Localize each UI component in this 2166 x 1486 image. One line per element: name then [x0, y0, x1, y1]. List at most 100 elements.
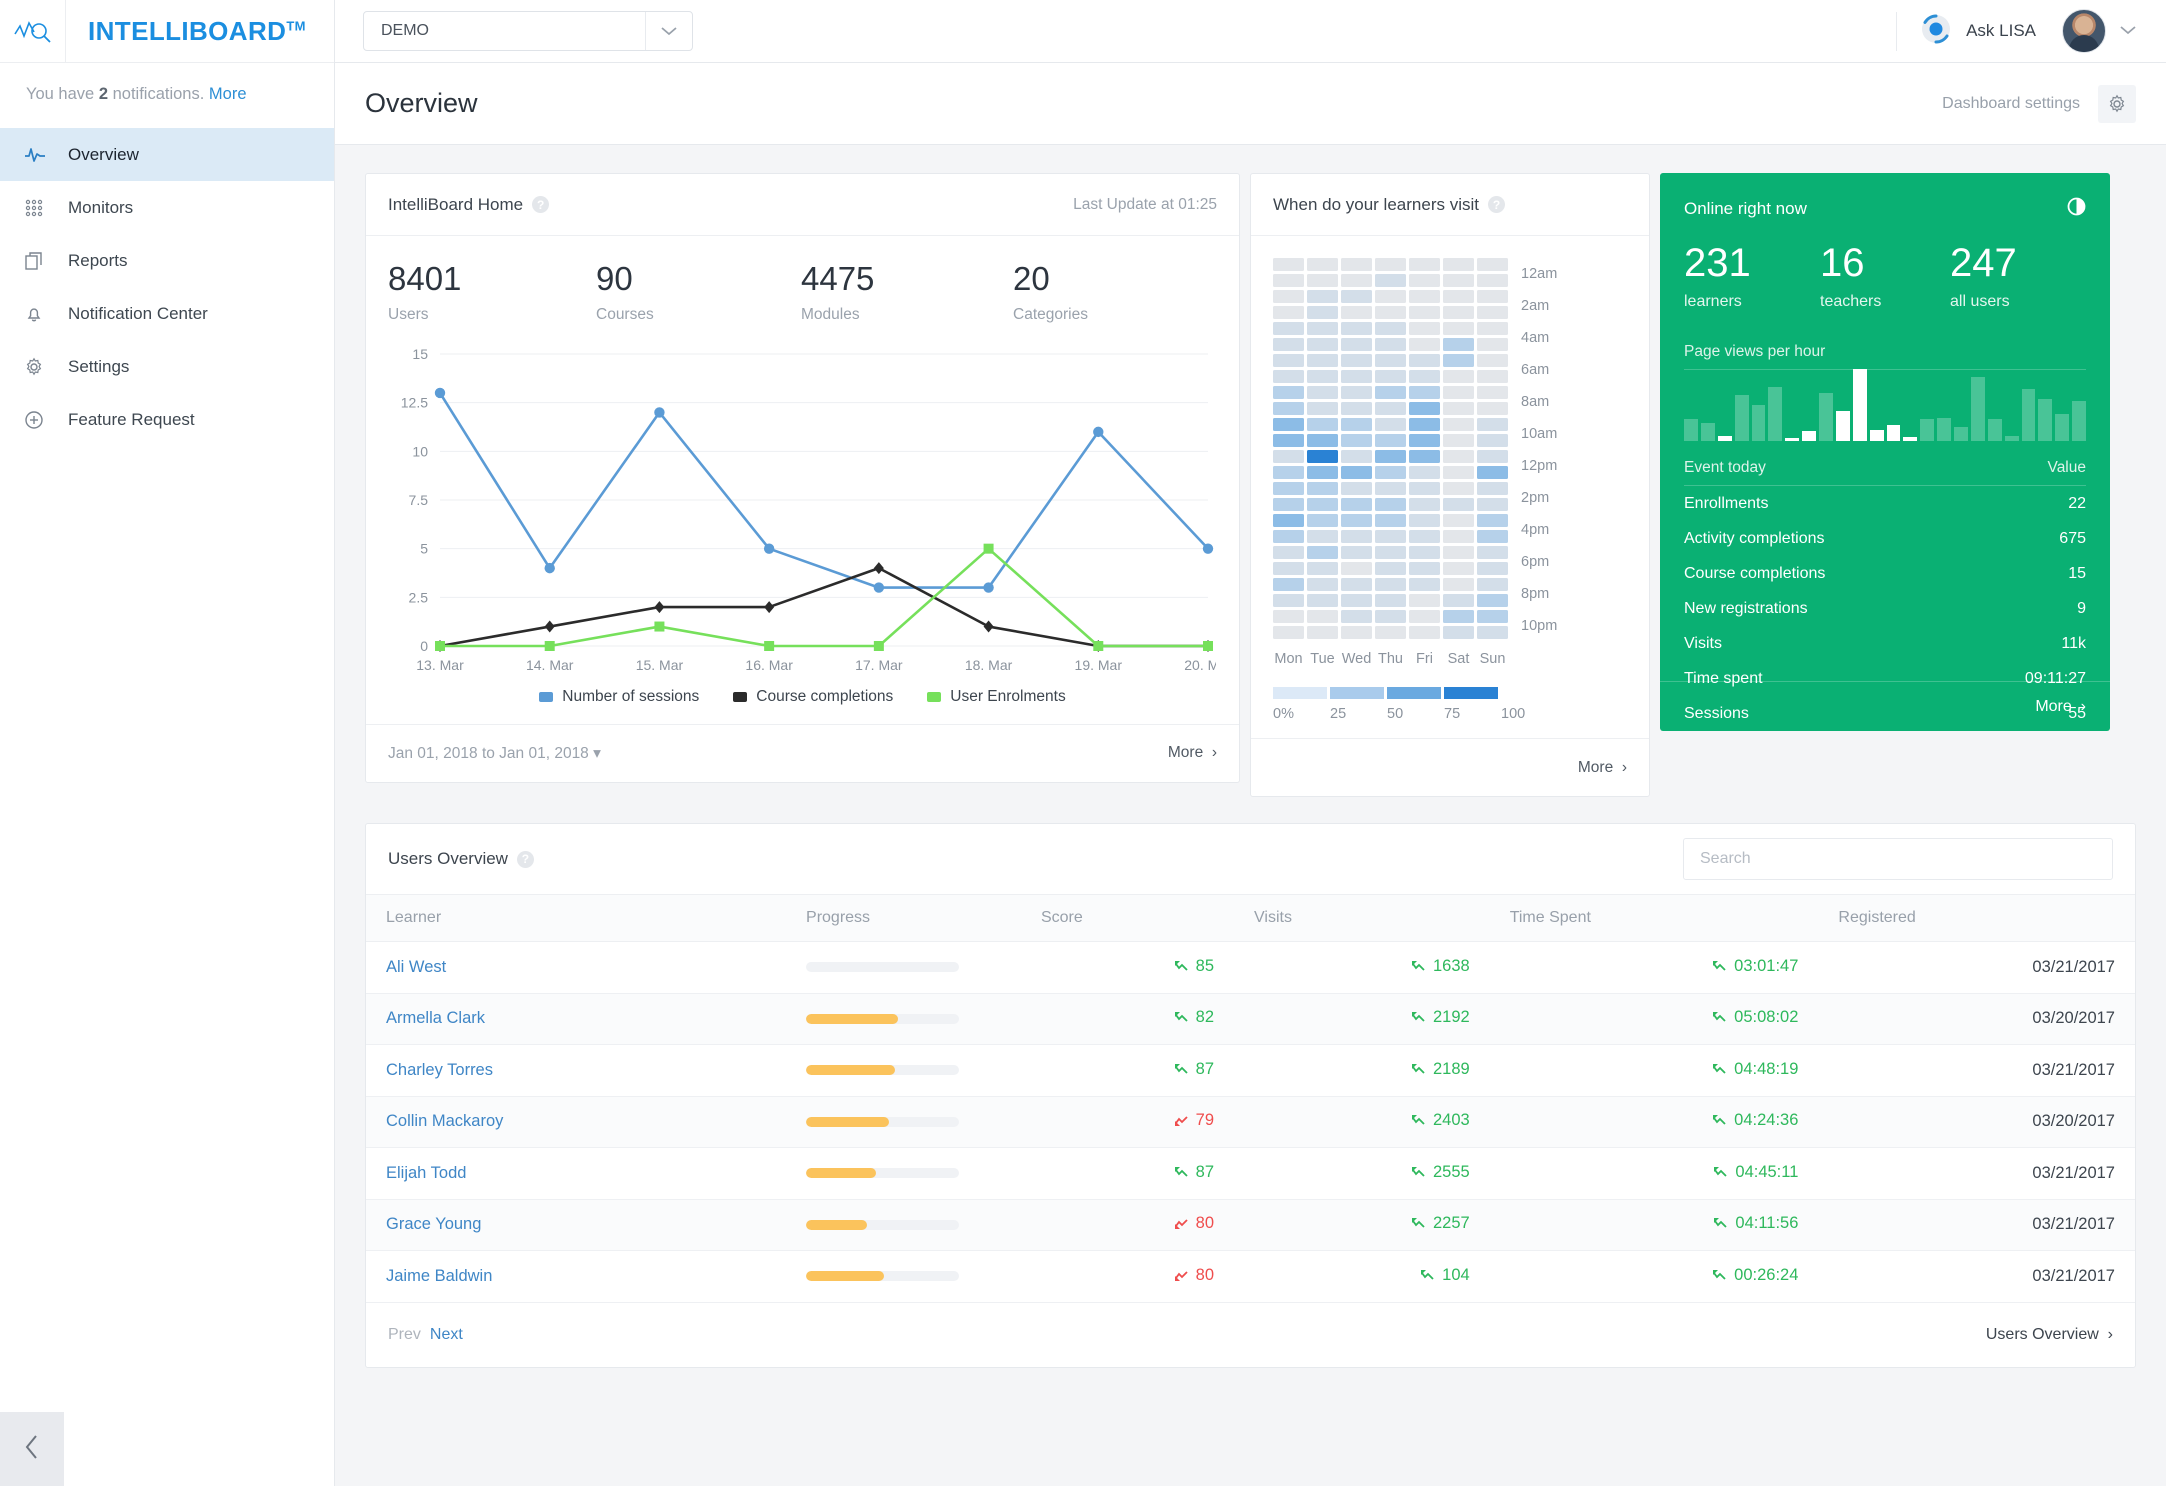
sidebar-item-monitors[interactable]: Monitors — [0, 181, 334, 234]
account-chevron-down-icon[interactable] — [2120, 22, 2136, 40]
heatmap-cell[interactable] — [1273, 562, 1304, 575]
heatmap-cell[interactable] — [1307, 322, 1338, 335]
heatmap-cell[interactable] — [1273, 306, 1304, 319]
heatmap-cell[interactable] — [1477, 258, 1508, 271]
heatmap-cell[interactable] — [1477, 514, 1508, 527]
heatmap-cell[interactable] — [1443, 322, 1474, 335]
heatmap-cell[interactable] — [1375, 466, 1406, 479]
heatmap-more-link[interactable]: More › — [1578, 759, 1627, 777]
heatmap-cell[interactable] — [1375, 514, 1406, 527]
heatmap-cell[interactable] — [1409, 610, 1440, 623]
heatmap-cell[interactable] — [1341, 370, 1372, 383]
date-range-selector[interactable]: Jan 01, 2018 to Jan 01, 2018 ▾ — [388, 744, 601, 763]
heatmap-cell[interactable] — [1273, 498, 1304, 511]
heatmap-cell[interactable] — [1477, 530, 1508, 543]
heatmap-cell[interactable] — [1409, 306, 1440, 319]
heatmap-cell[interactable] — [1273, 578, 1304, 591]
heatmap-cell[interactable] — [1273, 626, 1304, 639]
heatmap-cell[interactable] — [1307, 450, 1338, 463]
sidebar-item-feature-request[interactable]: Feature Request — [0, 393, 334, 446]
heatmap-cell[interactable] — [1477, 594, 1508, 607]
sidebar-item-reports[interactable]: Reports — [0, 234, 334, 287]
heatmap-cell[interactable] — [1477, 610, 1508, 623]
heatmap-cell[interactable] — [1341, 386, 1372, 399]
heatmap-cell[interactable] — [1443, 626, 1474, 639]
heatmap-cell[interactable] — [1341, 466, 1372, 479]
heatmap-cell[interactable] — [1443, 514, 1474, 527]
sidebar-item-overview[interactable]: Overview — [0, 128, 334, 181]
heatmap-cell[interactable] — [1477, 322, 1508, 335]
heatmap-cell[interactable] — [1409, 402, 1440, 415]
heatmap-cell[interactable] — [1307, 274, 1338, 287]
heatmap-cell[interactable] — [1443, 434, 1474, 447]
heatmap-cell[interactable] — [1443, 482, 1474, 495]
heatmap-cell[interactable] — [1375, 386, 1406, 399]
heatmap-cell[interactable] — [1443, 578, 1474, 591]
heatmap-cell[interactable] — [1443, 354, 1474, 367]
heatmap-cell[interactable] — [1273, 514, 1304, 527]
heatmap-cell[interactable] — [1477, 498, 1508, 511]
heatmap-cell[interactable] — [1443, 386, 1474, 399]
heatmap-cell[interactable] — [1477, 562, 1508, 575]
heatmap-cell[interactable] — [1409, 322, 1440, 335]
heatmap-cell[interactable] — [1375, 306, 1406, 319]
heatmap-cell[interactable] — [1443, 610, 1474, 623]
heatmap-cell[interactable] — [1443, 258, 1474, 271]
heatmap-cell[interactable] — [1409, 418, 1440, 431]
heatmap-cell[interactable] — [1409, 546, 1440, 559]
heatmap-cell[interactable] — [1307, 434, 1338, 447]
heatmap-cell[interactable] — [1443, 418, 1474, 431]
heatmap-cell[interactable] — [1443, 530, 1474, 543]
users-overview-link[interactable]: Users Overview › — [1986, 1326, 2113, 1344]
heatmap-cell[interactable] — [1341, 594, 1372, 607]
col-header-learner[interactable]: Learner — [366, 894, 787, 942]
heatmap-cell[interactable] — [1375, 626, 1406, 639]
next-page-button[interactable]: Next — [430, 1326, 463, 1344]
legend-item-sessions[interactable]: Number of sessions — [539, 688, 699, 706]
heatmap-cell[interactable] — [1409, 370, 1440, 383]
heatmap-cell[interactable] — [1273, 594, 1304, 607]
heatmap-cell[interactable] — [1409, 354, 1440, 367]
heatmap-cell[interactable] — [1409, 466, 1440, 479]
heatmap-cell[interactable] — [1477, 434, 1508, 447]
heatmap-cell[interactable] — [1409, 386, 1440, 399]
heatmap-cell[interactable] — [1409, 274, 1440, 287]
heatmap-cell[interactable] — [1443, 402, 1474, 415]
heatmap-cell[interactable] — [1477, 386, 1508, 399]
heatmap-cell[interactable] — [1307, 290, 1338, 303]
heatmap-cell[interactable] — [1409, 626, 1440, 639]
question-icon[interactable]: ? — [532, 196, 550, 213]
heatmap-cell[interactable] — [1273, 466, 1304, 479]
learner-link[interactable]: Elijah Todd — [386, 1164, 466, 1182]
heatmap-cell[interactable] — [1273, 530, 1304, 543]
heatmap-cell[interactable] — [1341, 322, 1372, 335]
heatmap-cell[interactable] — [1307, 610, 1338, 623]
heatmap-cell[interactable] — [1375, 578, 1406, 591]
heatmap-cell[interactable] — [1341, 562, 1372, 575]
learner-link[interactable]: Charley Torres — [386, 1061, 493, 1079]
heatmap-cell[interactable] — [1307, 514, 1338, 527]
avatar[interactable] — [2062, 9, 2106, 53]
question-icon[interactable]: ? — [516, 850, 534, 868]
heatmap-cell[interactable] — [1477, 418, 1508, 431]
heatmap-cell[interactable] — [1307, 578, 1338, 591]
heatmap-cell[interactable] — [1409, 482, 1440, 495]
heatmap-cell[interactable] — [1477, 370, 1508, 383]
col-header-registered[interactable]: Registered — [1818, 894, 2135, 942]
heatmap-cell[interactable] — [1341, 530, 1372, 543]
heatmap-cell[interactable] — [1409, 290, 1440, 303]
heatmap-cell[interactable] — [1409, 258, 1440, 271]
heatmap-cell[interactable] — [1307, 546, 1338, 559]
heatmap-cell[interactable] — [1273, 322, 1304, 335]
heatmap-cell[interactable] — [1341, 274, 1372, 287]
heatmap-cell[interactable] — [1307, 626, 1338, 639]
heatmap-cell[interactable] — [1273, 546, 1304, 559]
heatmap-cell[interactable] — [1341, 258, 1372, 271]
heatmap-cell[interactable] — [1477, 290, 1508, 303]
heatmap-cell[interactable] — [1273, 354, 1304, 367]
heatmap-cell[interactable] — [1375, 434, 1406, 447]
heatmap-cell[interactable] — [1307, 594, 1338, 607]
heatmap-cell[interactable] — [1443, 338, 1474, 351]
heatmap-cell[interactable] — [1409, 450, 1440, 463]
heatmap-cell[interactable] — [1409, 498, 1440, 511]
